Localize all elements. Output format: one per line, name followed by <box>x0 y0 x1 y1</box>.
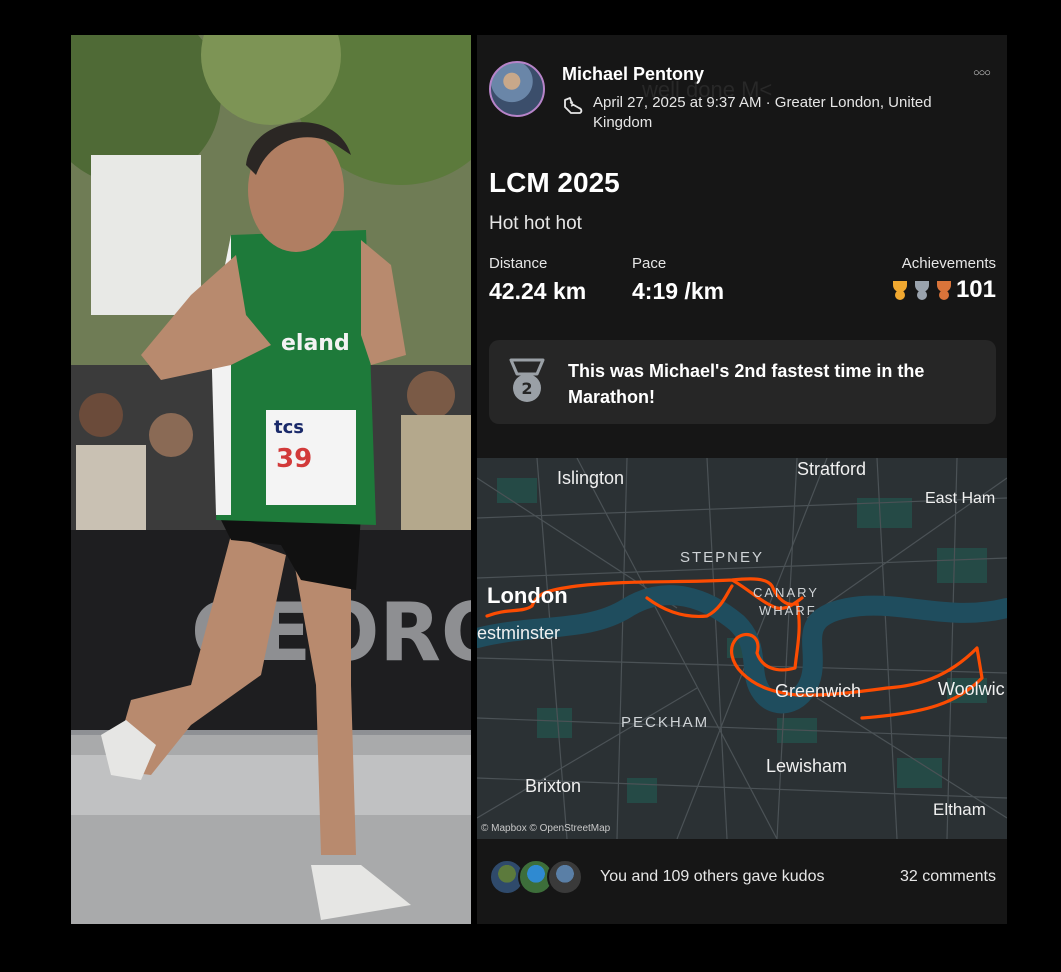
pace-value: 4:19 /km <box>632 278 725 304</box>
map-attribution[interactable]: © Mapbox © OpenStreetMap <box>481 823 610 834</box>
map-label-canary: CANARY <box>753 585 819 600</box>
distance-label: Distance <box>489 255 548 272</box>
map-label-stepney: STEPNEY <box>680 549 765 566</box>
kudos-avatars[interactable] <box>489 859 584 895</box>
activity-photo[interactable]: GEORO tcs 39 eland <box>71 35 471 924</box>
medal-number: 2 <box>521 379 532 398</box>
kudos-count[interactable]: You and 109 others gave kudos <box>600 868 824 886</box>
more-options-icon[interactable]: ○○○ <box>973 67 991 79</box>
kudos-avatar <box>547 859 583 895</box>
achievements-value[interactable]: 101 <box>890 276 996 304</box>
map-label-eltham: Eltham <box>933 800 986 819</box>
map-label-stratford: Stratford <box>797 459 867 479</box>
achievements-label: Achievements <box>901 255 996 272</box>
vest-text: eland <box>281 331 350 356</box>
activity-title[interactable]: LCM 2025 <box>489 167 620 199</box>
bronze-trophy-icon <box>936 281 951 300</box>
map-label-wharf: WHARF <box>759 603 817 618</box>
achievements-count: 101 <box>955 276 996 303</box>
silver-medal-icon: 2 <box>509 358 545 402</box>
map-label-greenwich: Greenwich <box>775 681 862 701</box>
bib-brand: tcs <box>274 417 304 438</box>
gold-trophy-icon <box>892 281 907 300</box>
activity-description: Hot hot hot <box>489 213 582 234</box>
pace-label: Pace <box>632 255 667 272</box>
map-label-lewisham: Lewisham <box>766 756 848 776</box>
silver-trophy-icon <box>914 281 929 300</box>
map-label-east-ham: East Ham <box>925 490 996 507</box>
athlete-avatar[interactable] <box>489 61 545 117</box>
map-label-westminster: estminster <box>477 623 561 643</box>
comments-count[interactable]: 32 comments <box>900 868 996 886</box>
map-label-brixton: Brixton <box>525 776 582 796</box>
bib-number: 39 <box>276 444 312 474</box>
map-label-london: London <box>487 583 568 608</box>
best-effort-text: This was Michael's 2nd fastest time in t… <box>568 361 925 407</box>
best-effort-banner[interactable]: 2 This was Michael's 2nd fastest time in… <box>489 340 996 424</box>
map-label-islington: Islington <box>557 468 625 488</box>
activity-date-location: April 27, 2025 at 9:37 AM · Greater Lond… <box>593 94 932 131</box>
distance-value: 42.24 km <box>489 278 587 304</box>
running-shoe-icon <box>564 97 583 114</box>
activity-card: Michael Pentony well done M< April 27, 2… <box>477 35 1007 924</box>
map-label-peckham: PECKHAM <box>621 714 710 731</box>
map-label-woolwich: Woolwic <box>938 679 1005 699</box>
route-map[interactable]: Islington Stratford East Ham STEPNEY Lon… <box>477 458 1007 839</box>
